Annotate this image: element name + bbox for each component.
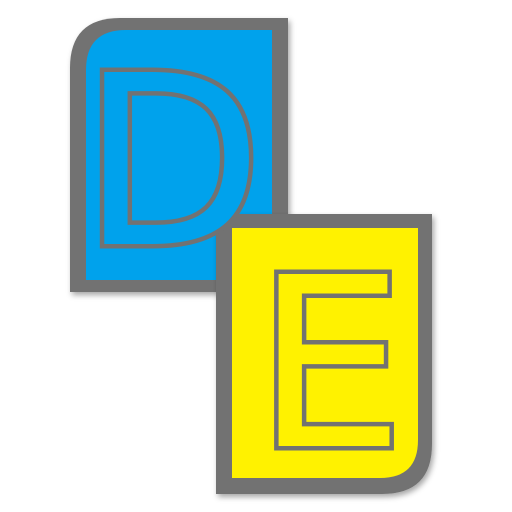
app-logo-canvas: D E xyxy=(0,0,512,512)
de-logo-icon: D E xyxy=(70,18,432,507)
letter-d: D xyxy=(81,25,263,300)
letter-e: E xyxy=(255,227,404,502)
